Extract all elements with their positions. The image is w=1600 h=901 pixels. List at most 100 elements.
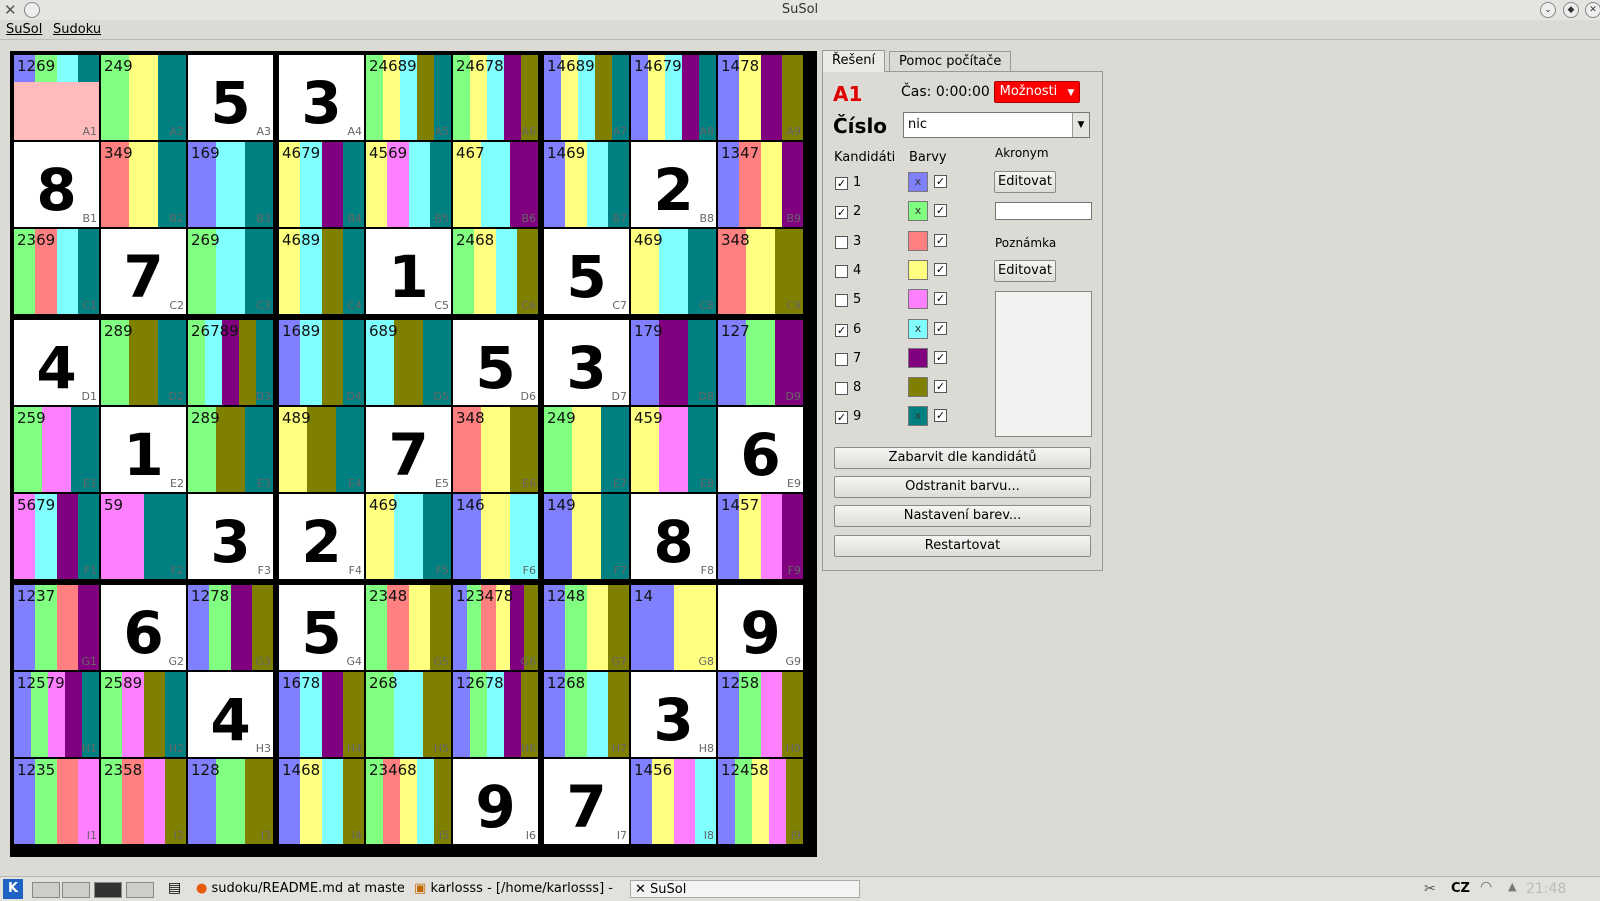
tab-reseni[interactable]: Řešení: [822, 50, 886, 72]
candidate-checkbox-3[interactable]: [835, 235, 848, 249]
sudoku-cell[interactable]: 1 E2: [101, 407, 186, 492]
color-swatch-7[interactable]: [908, 347, 928, 368]
sudoku-cell[interactable]: 1468 I4: [279, 759, 364, 844]
sudoku-cell[interactable]: 2 F4: [279, 494, 364, 579]
sudoku-cell[interactable]: 2369 C1: [14, 229, 99, 314]
remove-color-button[interactable]: Odstranit barvu...: [834, 476, 1091, 498]
sudoku-cell[interactable]: 3 H8: [631, 672, 716, 757]
sudoku-cell[interactable]: 1278 G3: [188, 585, 273, 670]
color-by-candidates-button[interactable]: Zabarvit dle kandidátů: [834, 447, 1091, 469]
color-checkbox-2[interactable]: ✓: [934, 204, 947, 218]
sudoku-cell[interactable]: 2358 I2: [101, 759, 186, 844]
note-area[interactable]: [995, 291, 1092, 437]
desktop-4-icon[interactable]: [126, 882, 154, 898]
number-select[interactable]: nic ▼: [903, 112, 1090, 138]
color-swatch-3[interactable]: [908, 230, 928, 251]
sudoku-cell[interactable]: 26789 D3: [188, 320, 273, 405]
sudoku-cell[interactable]: 9 I6: [453, 759, 538, 844]
color-checkbox-3[interactable]: ✓: [934, 233, 947, 247]
sudoku-cell[interactable]: 289 D2: [101, 320, 186, 405]
sudoku-cell[interactable]: 349 B2: [101, 142, 186, 227]
restart-button[interactable]: Restartovat: [834, 535, 1091, 557]
sudoku-cell[interactable]: 268 H5: [366, 672, 451, 757]
sudoku-cell[interactable]: 23468 I5: [366, 759, 451, 844]
sudoku-cell[interactable]: 1269 A1: [14, 55, 99, 140]
desktop-3-icon[interactable]: [94, 882, 122, 898]
keyboard-layout[interactable]: CZ: [1451, 881, 1470, 896]
candidate-checkbox-5[interactable]: [835, 294, 848, 308]
sudoku-cell[interactable]: 14679 A8: [631, 55, 716, 140]
sudoku-cell[interactable]: 249 A2: [101, 55, 186, 140]
sudoku-cell[interactable]: 5679 F1: [14, 494, 99, 579]
sudoku-cell[interactable]: 12678 H6: [453, 672, 538, 757]
color-checkbox-7[interactable]: ✓: [934, 350, 947, 364]
color-checkbox-6[interactable]: ✓: [934, 321, 947, 335]
acronym-input[interactable]: [995, 202, 1092, 220]
sudoku-cell[interactable]: 2348 G5: [366, 585, 451, 670]
sudoku-cell[interactable]: 1478 A9: [718, 55, 803, 140]
sudoku-cell[interactable]: 1248 G7: [544, 585, 629, 670]
sudoku-cell[interactable]: 1 C5: [366, 229, 451, 314]
color-checkbox-8[interactable]: ✓: [934, 380, 947, 394]
sudoku-cell[interactable]: 7 C2: [101, 229, 186, 314]
sudoku-cell[interactable]: 59 F2: [101, 494, 186, 579]
candidate-checkbox-4[interactable]: [835, 264, 848, 278]
sudoku-cell[interactable]: 459 E8: [631, 407, 716, 492]
sudoku-cell[interactable]: 6 E9: [718, 407, 803, 492]
sudoku-cell[interactable]: 5 A3: [188, 55, 273, 140]
sudoku-cell[interactable]: 9 G9: [718, 585, 803, 670]
sudoku-cell[interactable]: 1235 I1: [14, 759, 99, 844]
sudoku-cell[interactable]: 3 F3: [188, 494, 273, 579]
color-swatch-6[interactable]: x: [908, 318, 928, 339]
sudoku-cell[interactable]: 12458 I9: [718, 759, 803, 844]
sudoku-cell[interactable]: 5 G4: [279, 585, 364, 670]
menu-sudoku[interactable]: Sudoku: [53, 22, 101, 37]
sudoku-cell[interactable]: 7 E5: [366, 407, 451, 492]
sudoku-cell[interactable]: 3 D7: [544, 320, 629, 405]
candidate-checkbox-6[interactable]: ✓: [835, 323, 848, 337]
options-button[interactable]: Možnosti ▼: [994, 81, 1080, 103]
sudoku-cell[interactable]: 1456 I8: [631, 759, 716, 844]
sudoku-cell[interactable]: 469 C8: [631, 229, 716, 314]
sudoku-cell[interactable]: 169 B3: [188, 142, 273, 227]
sudoku-cell[interactable]: 1689 D4: [279, 320, 364, 405]
sudoku-cell[interactable]: 3 A4: [279, 55, 364, 140]
acronym-edit-button[interactable]: Editovat: [994, 171, 1056, 193]
sudoku-cell[interactable]: 123478 G6: [453, 585, 538, 670]
sudoku-cell[interactable]: 1469 B7: [544, 142, 629, 227]
minimize-icon[interactable]: ⌄: [1540, 2, 1556, 18]
candidate-checkbox-1[interactable]: ✓: [835, 177, 848, 190]
sudoku-cell[interactable]: 24689 A5: [366, 55, 451, 140]
candidate-checkbox-2[interactable]: ✓: [835, 206, 848, 220]
tray-expand-icon[interactable]: ▲: [1508, 880, 1516, 893]
sudoku-cell[interactable]: 7 I7: [544, 759, 629, 844]
sudoku-cell[interactable]: 1678 H4: [279, 672, 364, 757]
sudoku-cell[interactable]: 146 F6: [453, 494, 538, 579]
desktop-1-icon[interactable]: [32, 882, 60, 898]
sudoku-cell[interactable]: 12579 H1: [14, 672, 99, 757]
color-swatch-4[interactable]: [908, 259, 928, 280]
color-checkbox-4[interactable]: ✓: [934, 262, 947, 276]
sudoku-cell[interactable]: 1347 B9: [718, 142, 803, 227]
maximize-icon[interactable]: ◆: [1563, 2, 1579, 18]
candidate-checkbox-7[interactable]: [835, 352, 848, 366]
sudoku-cell[interactable]: 348 C9: [718, 229, 803, 314]
color-swatch-9[interactable]: x: [908, 406, 928, 427]
color-checkbox-9[interactable]: ✓: [934, 409, 947, 423]
sudoku-cell[interactable]: 2468 C6: [453, 229, 538, 314]
candidate-checkbox-9[interactable]: ✓: [835, 411, 848, 425]
note-edit-button[interactable]: Editovat: [994, 260, 1056, 282]
sudoku-cell[interactable]: 179 D8: [631, 320, 716, 405]
candidate-checkbox-8[interactable]: [835, 382, 848, 396]
color-swatch-2[interactable]: x: [908, 201, 928, 222]
chevron-down-icon[interactable]: ▼: [1072, 113, 1089, 137]
sudoku-cell[interactable]: 14689 A7: [544, 55, 629, 140]
sudoku-cell[interactable]: 4 D1: [14, 320, 99, 405]
sudoku-cell[interactable]: 14 G8: [631, 585, 716, 670]
sudoku-cell[interactable]: 249 E7: [544, 407, 629, 492]
sudoku-cell[interactable]: 128 I3: [188, 759, 273, 844]
sudoku-cell[interactable]: 2 B8: [631, 142, 716, 227]
sudoku-cell[interactable]: 5 D6: [453, 320, 538, 405]
sudoku-cell[interactable]: 127 D9: [718, 320, 803, 405]
klipper-icon[interactable]: ✂: [1424, 881, 1436, 897]
